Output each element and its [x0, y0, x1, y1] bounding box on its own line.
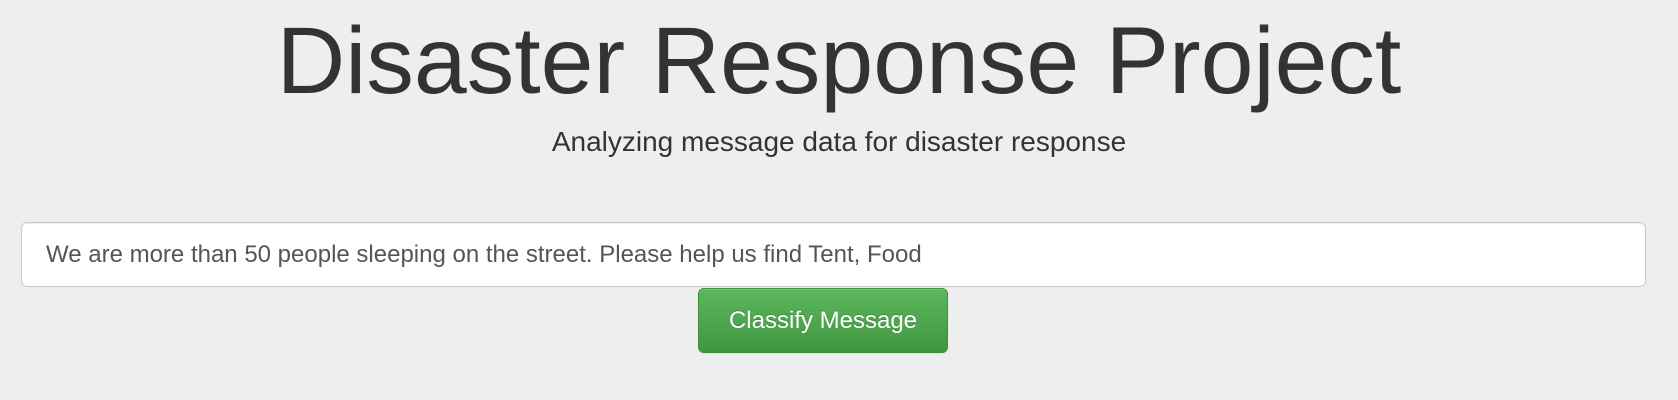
- page-subtitle: Analyzing message data for disaster resp…: [551, 126, 1127, 157]
- message-form: Classify Message: [21, 222, 1646, 367]
- page-title: Disaster Response Project: [276, 8, 1402, 114]
- message-input[interactable]: [21, 222, 1646, 287]
- jumbotron: Disaster Response Project Analyzing mess…: [0, 0, 1678, 400]
- classify-message-button[interactable]: Classify Message: [698, 288, 948, 353]
